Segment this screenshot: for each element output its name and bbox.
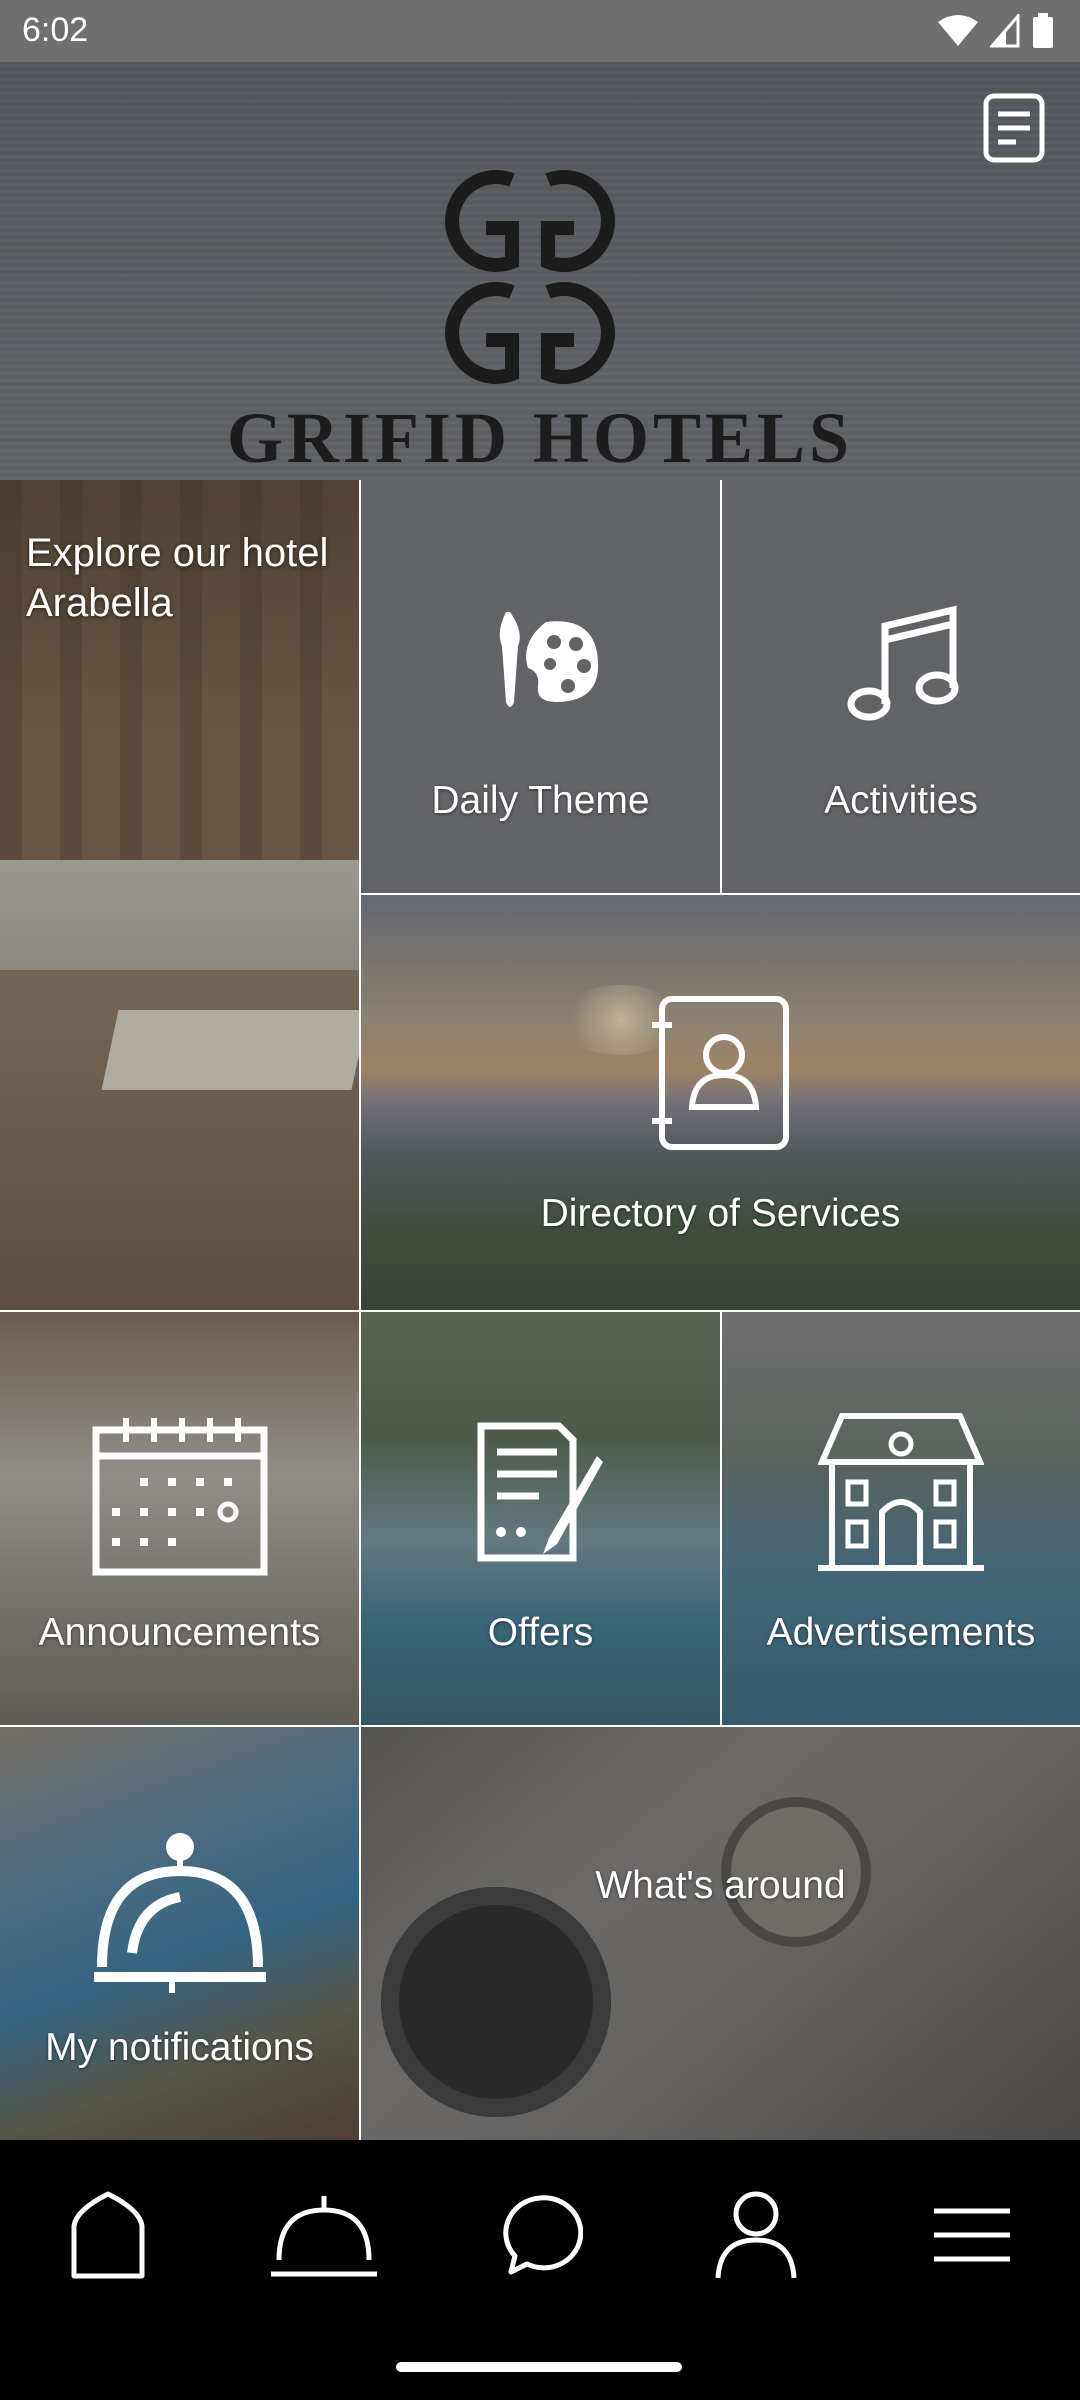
tile-whats-around[interactable]: What's around xyxy=(361,1727,1080,2140)
signal-icon xyxy=(990,14,1020,48)
status-icons xyxy=(938,12,1054,50)
document-edit-icon xyxy=(477,1422,603,1562)
tile-label: Activities xyxy=(824,779,978,822)
tile-explore-hotel[interactable]: Explore our hotel Arabella xyxy=(0,480,359,1310)
document-icon[interactable] xyxy=(982,92,1046,164)
tile-advertisements[interactable]: Advertisements xyxy=(722,1312,1080,1725)
bottom-nav xyxy=(0,2140,1080,2400)
tile-offers[interactable]: Offers xyxy=(361,1312,720,1725)
service-bell-icon xyxy=(93,1833,266,1993)
brand-name: GRIFID HOTELS xyxy=(226,398,854,478)
tile-label: Announcements xyxy=(38,1611,321,1654)
tile-label: Offers xyxy=(487,1611,594,1654)
tile-my-notifications[interactable]: My notifications xyxy=(0,1727,359,2140)
menu-icon xyxy=(934,2208,1010,2262)
tile-label: Directory of Services xyxy=(540,1192,901,1235)
tile-daily-theme[interactable]: Daily Theme xyxy=(361,480,720,893)
profile-icon xyxy=(715,2191,797,2279)
tile-activities[interactable]: Activities xyxy=(722,480,1080,893)
palette-icon xyxy=(499,612,598,707)
tile-directory-of-services[interactable]: Directory of Services xyxy=(361,895,1080,1310)
status-bar: 6:02 xyxy=(0,0,1080,62)
service-bell-icon xyxy=(271,2196,377,2277)
nav-service[interactable] xyxy=(264,2180,384,2290)
tile-announcements[interactable]: Announcements xyxy=(0,1312,359,1725)
nav-profile[interactable] xyxy=(696,2180,816,2290)
hotel-logo xyxy=(445,170,615,384)
tile-label: Advertisements xyxy=(766,1611,1036,1654)
home-indicator[interactable] xyxy=(396,2362,682,2372)
tile-label: Explore our hotel Arabella xyxy=(26,531,329,625)
contact-book-icon xyxy=(651,996,789,1150)
status-time: 6:02 xyxy=(22,11,89,49)
tile-label: Daily Theme xyxy=(431,779,650,822)
chat-icon xyxy=(503,2195,583,2275)
calendar-icon xyxy=(92,1418,267,1576)
tile-label: What's around xyxy=(595,1864,846,1907)
battery-icon xyxy=(1033,13,1053,48)
tile-grid: Explore our hotel Arabella Daily Theme A… xyxy=(0,480,1080,2140)
home-icon xyxy=(71,2191,145,2279)
hotel-header: GRIFID HOTELS xyxy=(0,62,1080,480)
wifi-icon xyxy=(938,15,978,46)
house-icon xyxy=(818,1413,984,1571)
nav-chat[interactable] xyxy=(480,2180,600,2290)
tile-label: My notifications xyxy=(45,2026,314,2069)
nav-menu[interactable] xyxy=(912,2180,1032,2290)
music-note-icon xyxy=(847,605,959,721)
nav-home[interactable] xyxy=(48,2180,168,2290)
